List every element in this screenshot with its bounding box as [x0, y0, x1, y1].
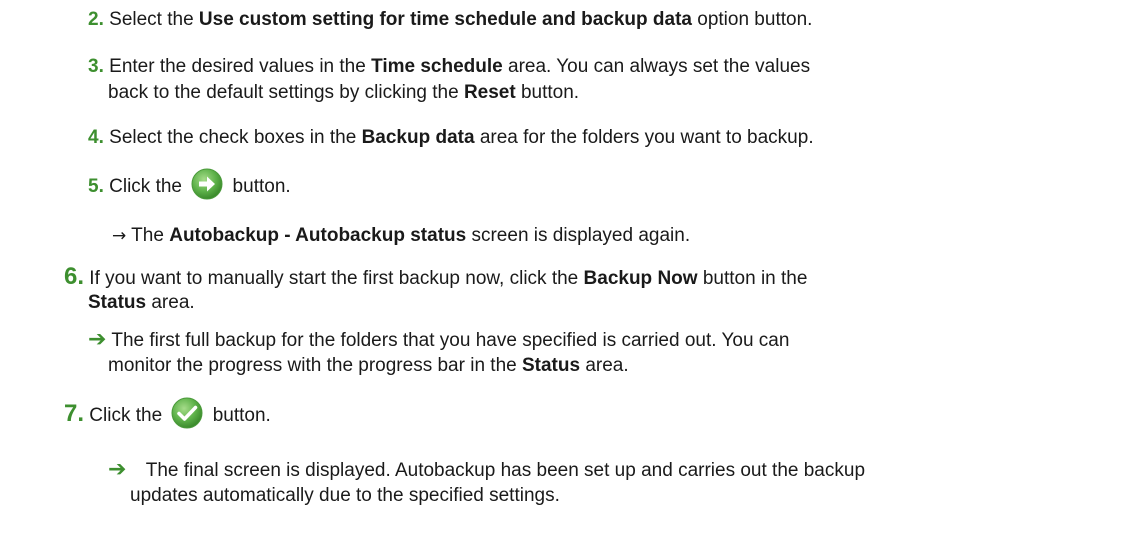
text: button.	[227, 176, 291, 198]
screen-name: Autobackup - Autobackup status	[169, 225, 467, 246]
text: button in the	[697, 268, 808, 289]
text: area.	[146, 292, 195, 313]
checkmark-icon	[171, 397, 203, 429]
text: button.	[207, 405, 271, 426]
text: The	[126, 225, 170, 246]
text: Click the	[89, 405, 168, 426]
text: button.	[515, 82, 580, 103]
text: area.	[580, 355, 629, 376]
step-6-result: ➔ The first full backup for the folders …	[88, 328, 789, 353]
step-number: 6.	[64, 263, 85, 290]
step-5-result: → The Autobackup - Autobackup status scr…	[112, 224, 690, 248]
text: Select the	[109, 9, 199, 30]
text: updates automatically due to the specifi…	[130, 485, 560, 506]
text: back to the default settings by clicking…	[108, 82, 464, 103]
text: Select the check boxes in the	[109, 127, 362, 148]
step-6-result-line-2: monitor the progress with the progress b…	[108, 354, 629, 378]
button-name: Reset	[463, 82, 516, 103]
area-name: Backup data	[361, 127, 475, 148]
step-number: 3.	[88, 56, 104, 77]
step-number: 7.	[64, 400, 85, 427]
area-name: Time schedule	[371, 56, 503, 77]
step-5: 5. Click the button.	[88, 168, 291, 200]
step-4: 4. Select the check boxes in the Backup …	[88, 126, 814, 150]
step-3-line-2: back to the default settings by clicking…	[108, 81, 579, 105]
step-number: 2.	[88, 9, 104, 30]
result-arrow-icon: ➔	[108, 457, 127, 482]
step-7-result-line-2: updates automatically due to the specifi…	[130, 484, 560, 508]
text: area. You can always set the values	[502, 56, 811, 77]
option-name: Use custom setting for time schedule and…	[198, 9, 692, 30]
text: option button.	[691, 9, 813, 30]
step-6-line-2: Status area.	[88, 291, 195, 315]
text: Click the	[109, 176, 188, 198]
step-7: 7. Click the button.	[64, 397, 271, 429]
step-3: 3. Enter the desired values in the Time …	[88, 55, 810, 79]
step-7-result: ➔ The final screen is displayed. Autobac…	[108, 458, 865, 483]
step-number: 4.	[88, 127, 104, 148]
step-2: 2. Select the Use custom setting for tim…	[88, 8, 812, 32]
result-arrow-icon: ➔	[88, 327, 107, 352]
text: screen is displayed again.	[466, 225, 691, 246]
text: monitor the progress with the progress b…	[108, 355, 522, 376]
result-arrow-icon: →	[112, 226, 127, 246]
step-6: 6. If you want to manually start the fir…	[64, 265, 807, 291]
text: The first full backup for the folders th…	[111, 330, 790, 351]
button-name: Backup Now	[583, 268, 698, 289]
next-arrow-icon	[191, 168, 223, 200]
text: If you want to manually start the first …	[89, 268, 584, 289]
text: area for the folders you want to backup.	[474, 127, 814, 148]
area-name: Status	[521, 355, 581, 376]
step-number: 5.	[88, 176, 104, 198]
area-name: Status	[88, 292, 147, 313]
text: The final screen is displayed. Autobacku…	[145, 460, 866, 481]
text: Enter the desired values in the	[109, 56, 372, 77]
